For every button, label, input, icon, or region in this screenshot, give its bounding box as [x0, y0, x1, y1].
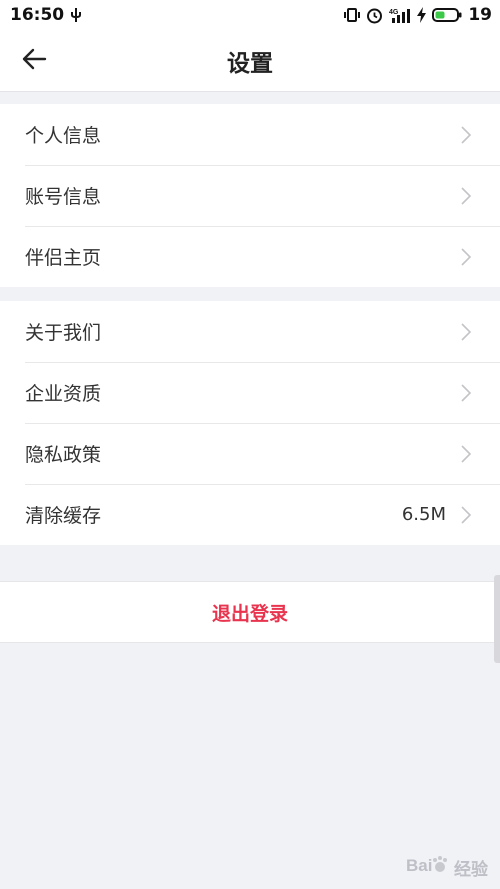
page-title: 设置: [227, 51, 273, 77]
settings-item-personal-info[interactable]: 个人信息: [0, 104, 500, 165]
nav-bar: 设置: [0, 30, 500, 92]
chevron-right-icon: [460, 505, 474, 525]
settings-item-partner-home[interactable]: 伴侣主页: [0, 226, 500, 287]
status-bar: 16:50 4G 19: [0, 0, 500, 30]
battery-level: 19: [468, 5, 492, 25]
chevron-right-icon: [460, 322, 474, 342]
settings-item-label: 清除缓存: [25, 505, 102, 527]
battery-icon: [432, 7, 462, 23]
chevron-right-icon: [460, 383, 474, 403]
settings-item-label: 伴侣主页: [25, 247, 102, 269]
logout-button[interactable]: 退出登录: [0, 581, 500, 643]
scrollbar-thumb[interactable]: [494, 575, 500, 663]
status-bar-left: 16:50: [10, 5, 82, 25]
charging-icon: [417, 7, 427, 23]
settings-item-label: 个人信息: [25, 125, 102, 147]
chevron-right-icon: [460, 186, 474, 206]
svg-text:Bai: Bai: [406, 856, 432, 875]
settings-group-account: 个人信息 账号信息 伴侣主页: [0, 104, 500, 287]
settings-item-privacy-policy[interactable]: 隐私政策: [0, 423, 500, 484]
back-button[interactable]: [14, 43, 54, 79]
status-bar-right: 4G 19: [344, 5, 492, 25]
signal-icon: 4G: [389, 7, 411, 24]
chevron-right-icon: [460, 247, 474, 267]
chevron-right-icon: [460, 125, 474, 145]
usb-icon: [70, 7, 82, 23]
watermark: Bai 经验: [406, 854, 488, 881]
settings-item-qualification[interactable]: 企业资质: [0, 362, 500, 423]
watermark-text: 经验: [454, 860, 488, 880]
network-label: 4G: [389, 9, 399, 16]
settings-item-label: 企业资质: [25, 383, 102, 405]
settings-item-label: 隐私政策: [25, 444, 102, 466]
settings-item-account-info[interactable]: 账号信息: [0, 165, 500, 226]
status-time: 16:50: [10, 5, 65, 25]
settings-group-app: 关于我们 企业资质 隐私政策 清除缓存 6.5M: [0, 301, 500, 545]
vibrate-icon: [344, 7, 361, 23]
settings-item-clear-cache[interactable]: 清除缓存 6.5M: [0, 484, 500, 545]
alarm-icon: [366, 7, 383, 24]
back-arrow-icon: [21, 48, 47, 74]
settings-item-label: 关于我们: [25, 322, 102, 344]
settings-item-label: 账号信息: [25, 186, 102, 208]
paw-logo: Bai: [406, 854, 450, 881]
chevron-right-icon: [460, 444, 474, 464]
cache-size-value: 6.5M: [401, 504, 446, 525]
settings-item-about-us[interactable]: 关于我们: [0, 301, 500, 362]
